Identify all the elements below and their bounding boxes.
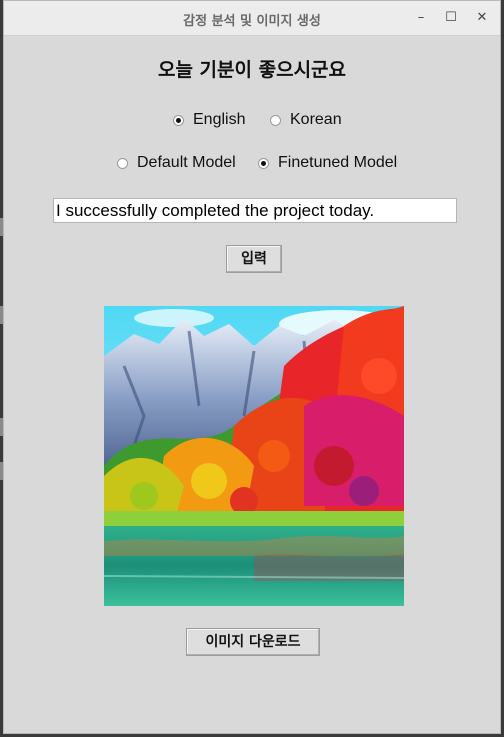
radio-english[interactable]: English [173,111,245,129]
radio-english-indicator[interactable] [173,114,184,126]
radio-korean[interactable]: Korean [270,111,342,129]
radio-korean-label: Korean [290,111,342,128]
sentiment-result-label: 오늘 기분이 좋으시군요 [157,59,347,81]
radio-finetuned-model[interactable]: Finetuned Model [258,154,397,172]
radio-finetuned-model-label: Finetuned Model [278,154,398,171]
app-window: 감정 분석 및 이미지 생성 – ☐ ✕ 오늘 기분이 좋으시군요 Englis… [3,0,501,734]
minimize-icon[interactable]: – [412,9,430,27]
radio-default-model-label: Default Model [137,154,236,171]
generated-landscape-image [104,306,404,606]
radio-english-label: English [193,111,246,128]
generated-image [104,306,404,606]
radio-default-model[interactable]: Default Model [117,154,236,172]
sentence-input[interactable]: I successfully completed the project tod… [53,198,457,223]
maximize-icon[interactable]: ☐ [442,9,460,27]
language-radio-group: English Korean [4,111,500,133]
radio-korean-indicator[interactable] [270,114,281,126]
title-bar[interactable]: 감정 분석 및 이미지 생성 – ☐ ✕ [4,1,500,36]
radio-finetuned-model-indicator[interactable] [258,157,269,169]
radio-default-model-indicator[interactable] [117,157,128,169]
download-image-button[interactable]: 이미지 다운로드 [186,628,320,656]
submit-button[interactable]: 입력 [226,245,282,273]
close-icon[interactable]: ✕ [473,9,491,27]
model-radio-group: Default Model Finetuned Model [4,154,500,176]
